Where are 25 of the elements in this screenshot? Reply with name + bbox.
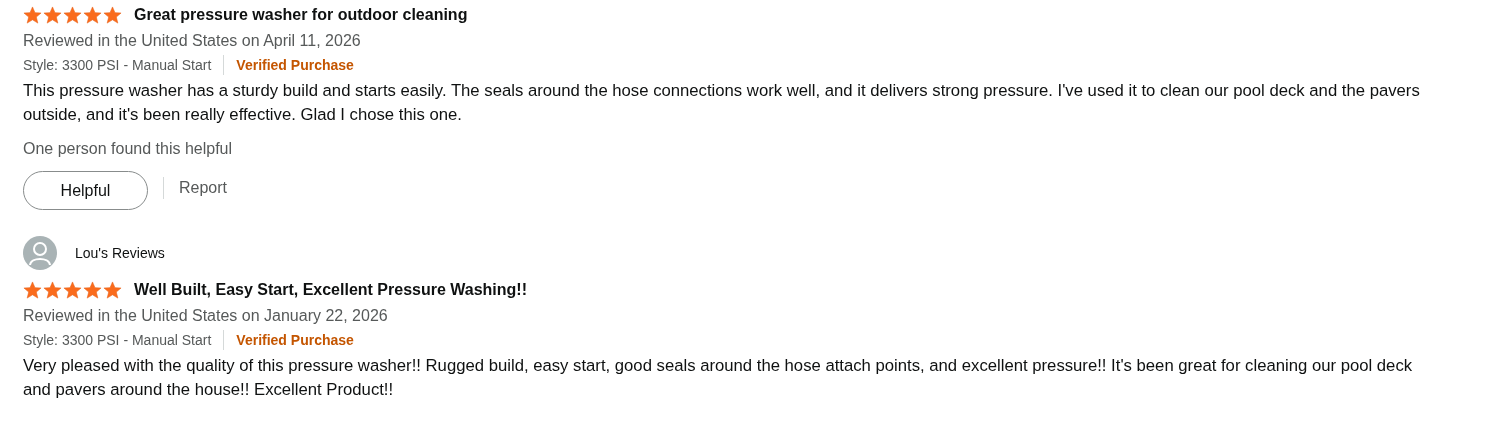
review-date: Reviewed in the United States on January 22, 2026: [23, 306, 389, 326]
star-icon: [103, 280, 122, 300]
star-icon: [23, 280, 42, 300]
star-icon: [63, 280, 82, 300]
product-style: Style: 3300 PSI - Manual Start: [23, 330, 225, 350]
star-icon: [43, 5, 62, 25]
avatar-icon: [23, 236, 57, 270]
verified-purchase: Verified Purchase: [235, 56, 354, 75]
reviewer-name: Lou's Reviews: [75, 245, 165, 261]
review-title[interactable]: Well Built, Easy Start, Excellent Pressure Washing!!: [134, 281, 527, 299]
helpful-button[interactable]: Helpful: [23, 171, 148, 210]
review-date: Reviewed in the United States on April 11, 2026: [23, 31, 362, 51]
review-text: Very pleased with the quality of this pressure washer!! Rugged build, easy start, good seals around the hose attach points, and excellent pressure!! It's been great for cleaning our pool deck and pavers around the house!! Excellent Product!!: [23, 355, 1414, 401]
helpful-count: One person found this helpful: [23, 139, 234, 159]
star-icon: [103, 5, 122, 25]
review-text: This pressure washer has a sturdy build and starts easily. The seals around the hose connections work well, and it delivers strong pressure. I've used it to clean our pool deck and the pavers outside, and it's been really effective. Glad I chose this one.: [23, 80, 1421, 126]
review-title[interactable]: Great pressure washer for outdoor cleaning: [134, 6, 468, 24]
verified-purchase: Verified Purchase: [235, 331, 354, 350]
product-style: Style: 3300 PSI - Manual Start: [23, 55, 225, 75]
report-link[interactable]: Report: [163, 176, 228, 199]
star-icon: [43, 280, 62, 300]
star-icon: [63, 5, 82, 25]
star-icon: [83, 280, 102, 300]
star-icon: [83, 5, 102, 25]
star-icon: [23, 5, 42, 25]
